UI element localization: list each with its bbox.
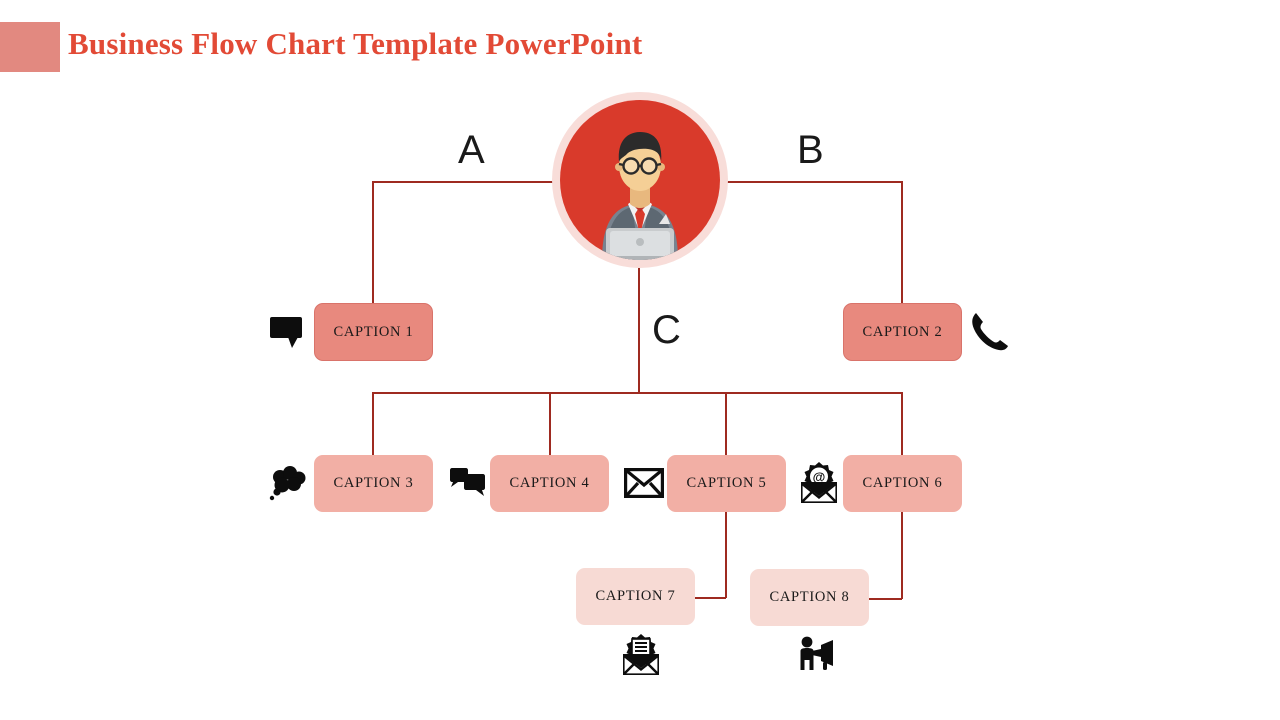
title-accent-swatch — [0, 22, 60, 72]
connector-top-left-horizontal — [372, 181, 558, 183]
connector-drop-to-caption-3 — [372, 392, 374, 456]
connector-right-vertical-to-caption-2 — [901, 181, 903, 304]
node-caption-3-label: CAPTION 3 — [333, 475, 414, 491]
node-caption-3[interactable]: CAPTION 3 — [314, 455, 433, 512]
avatar — [552, 92, 728, 268]
connector-caption6-vertical-to-caption-8 — [901, 511, 903, 599]
email-at-envelope-icon: @ — [799, 462, 839, 504]
megaphone-person-icon — [799, 636, 837, 672]
node-caption-1-label: CAPTION 1 — [333, 323, 414, 340]
node-caption-5[interactable]: CAPTION 5 — [667, 455, 786, 512]
connector-row2-horizontal — [372, 392, 903, 394]
node-caption-6-label: CAPTION 6 — [862, 475, 943, 491]
phone-icon — [971, 310, 1009, 352]
node-caption-7[interactable]: CAPTION 7 — [576, 568, 695, 625]
branch-label-a: A — [458, 128, 485, 172]
connector-drop-to-caption-5 — [725, 392, 727, 456]
open-envelope-letter-icon — [621, 634, 661, 676]
thought-bubble-icon — [268, 466, 308, 502]
chat-bubbles-icon — [450, 468, 486, 498]
connector-left-vertical-to-caption-1 — [372, 181, 374, 304]
node-caption-2-label: CAPTION 2 — [862, 323, 943, 340]
avatar-disc — [560, 100, 720, 260]
connector-caption7-horizontal — [694, 597, 726, 599]
node-caption-8[interactable]: CAPTION 8 — [750, 569, 869, 626]
page-title: Business Flow Chart Template PowerPoint — [68, 26, 643, 61]
speech-bubble-icon — [270, 317, 304, 349]
node-caption-8-label: CAPTION 8 — [769, 589, 850, 605]
connector-center-vertical-c — [638, 262, 640, 393]
envelope-icon — [624, 468, 664, 498]
node-caption-6[interactable]: CAPTION 6 — [843, 455, 962, 512]
slide-canvas: Business Flow Chart Template PowerPoint … — [0, 0, 1280, 720]
connector-caption5-vertical-to-caption-7 — [725, 511, 727, 598]
connector-caption8-horizontal — [869, 598, 902, 600]
connector-drop-to-caption-6 — [901, 392, 903, 456]
node-caption-1[interactable]: CAPTION 1 — [314, 303, 433, 361]
node-caption-7-label: CAPTION 7 — [595, 588, 676, 604]
node-caption-4-label: CAPTION 4 — [509, 475, 590, 491]
businessman-with-laptop-icon — [602, 132, 678, 260]
node-caption-4[interactable]: CAPTION 4 — [490, 455, 609, 512]
branch-label-c: C — [652, 308, 681, 352]
connector-top-right-horizontal — [722, 181, 903, 183]
node-caption-2[interactable]: CAPTION 2 — [843, 303, 962, 361]
branch-label-b: B — [797, 128, 824, 172]
connector-drop-to-caption-4 — [549, 392, 551, 456]
node-caption-5-label: CAPTION 5 — [686, 475, 767, 491]
